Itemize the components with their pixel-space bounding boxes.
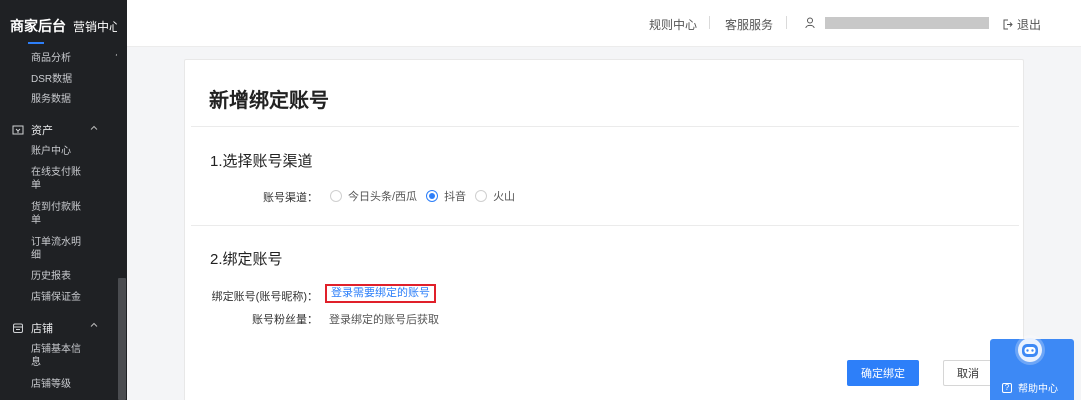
sidebar-item-order-flow[interactable]: 订单流水明细 [31, 236, 85, 262]
bind-account-label: 绑定账号(账号昵称)： [211, 291, 318, 303]
section-select-channel-title: 1.选择账号渠道 [210, 153, 313, 170]
sidebar-group-assets[interactable]: 资产 [12, 122, 53, 138]
wallet-icon [12, 124, 24, 136]
sidebar: 商家后台 营销中心 商品分析 DSR数据 服务数据 资产 账户中心 在线支付账单… [0, 0, 127, 400]
sidebar-item-dsr-data[interactable]: DSR数据 [31, 73, 85, 86]
help-center-widget[interactable]: ? 帮助中心 [990, 335, 1074, 400]
sidebar-group-store[interactable]: 店铺 [12, 320, 53, 336]
chevron-up-icon[interactable] [90, 124, 98, 132]
sidebar-item-service-data[interactable]: 服务数据 [31, 93, 85, 106]
sidebar-group-store-label: 店铺 [31, 323, 53, 335]
cancel-button[interactable]: 取消 [943, 360, 993, 386]
confirm-bind-button[interactable]: 确定绑定 [847, 360, 919, 386]
sidebar-item-store-basic-info[interactable]: 店铺基本信息 [31, 343, 85, 369]
sidebar-item-account-center[interactable]: 账户中心 [31, 145, 85, 158]
sidebar-scrollbar-thumb[interactable] [118, 278, 126, 400]
username-redacted [825, 17, 989, 29]
section-bind-account-title: 2.绑定账号 [210, 251, 283, 268]
fans-count-label: 账号粉丝量： [252, 314, 318, 326]
help-center-text: 帮助中心 [1018, 384, 1058, 395]
radio-label: 火山 [493, 191, 516, 203]
brand-active-indicator [28, 42, 44, 44]
radio-circle[interactable] [330, 190, 342, 202]
radio-douyin[interactable]: 抖音 [426, 188, 466, 204]
brand-title[interactable]: 商家后台 [10, 16, 66, 36]
divider [191, 225, 1019, 226]
header-divider [786, 16, 787, 29]
sidebar-item-cod-bill[interactable]: 货到付款账单 [31, 201, 85, 227]
sidebar-group-assets-label: 资产 [31, 125, 53, 137]
radio-circle[interactable] [426, 190, 439, 202]
channel-label: 账号渠道： [263, 192, 318, 204]
sidebar-item-online-payment-bill[interactable]: 在线支付账单 [31, 166, 85, 192]
sidebar-item-store-level[interactable]: 店铺等级 [31, 378, 85, 391]
bind-account-card: 新增绑定账号 1.选择账号渠道 账号渠道： 今日头条/西瓜 抖音 火山 2.绑定… [184, 59, 1024, 400]
sidebar-item-product-analysis[interactable]: 商品分析 [31, 52, 85, 65]
sidebar-item-store-deposit[interactable]: 店铺保证金 [31, 291, 85, 304]
rules-center-link[interactable]: 规则中心 [649, 16, 697, 33]
robot-avatar-icon [1011, 334, 1049, 366]
sidebar-scrollbar[interactable] [117, 0, 127, 400]
header-divider [709, 16, 710, 29]
radio-toutiao-xigua[interactable]: 今日头条/西瓜 [330, 188, 417, 204]
radio-label: 抖音 [444, 191, 467, 203]
user-icon[interactable] [805, 16, 815, 29]
customer-service-link[interactable]: 客服服务 [725, 16, 773, 33]
fans-count-value: 登录绑定的账号后获取 [329, 314, 439, 326]
radio-huoshan[interactable]: 火山 [475, 188, 515, 204]
sidebar-item-history-report[interactable]: 历史报表 [31, 270, 85, 283]
logout-icon[interactable] [1003, 17, 1013, 30]
radio-circle[interactable] [475, 190, 488, 202]
question-icon: ? [1002, 382, 1012, 393]
divider [191, 126, 1019, 127]
chevron-up-icon[interactable] [90, 321, 98, 329]
logout-link[interactable]: 退出 [1017, 16, 1041, 33]
brand: 商家后台 营销中心 [10, 16, 121, 36]
radio-label: 今日头条/西瓜 [348, 191, 418, 203]
page-title: 新增绑定账号 [209, 90, 329, 112]
login-bind-account-link[interactable]: 登录需要绑定的账号 [325, 284, 436, 303]
store-icon [12, 322, 24, 334]
channel-radio-group: 今日头条/西瓜 抖音 火山 [330, 188, 524, 204]
top-header: 规则中心 客服服务 退出 [127, 0, 1081, 47]
help-center-label[interactable]: ? 帮助中心 [1002, 380, 1058, 395]
brand-subtitle[interactable]: 营销中心 [73, 18, 121, 35]
